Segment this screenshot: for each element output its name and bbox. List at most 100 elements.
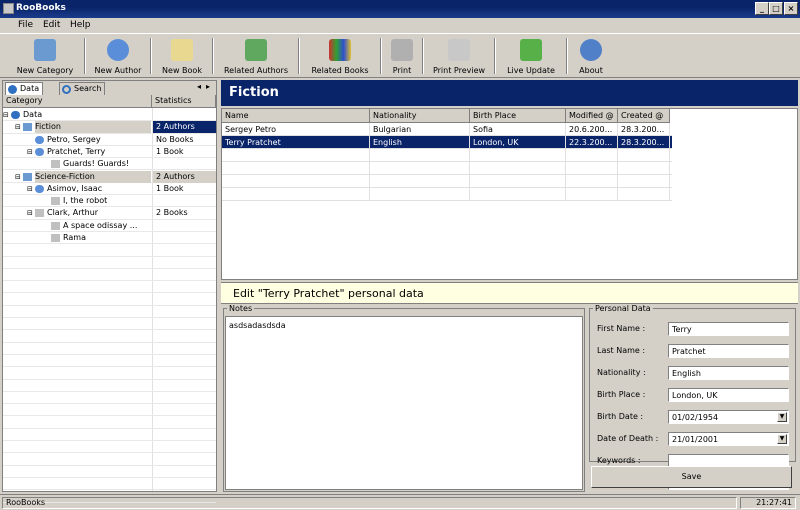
tree-label: Fiction <box>35 121 151 134</box>
table-row <box>222 162 672 175</box>
chevron-down-icon[interactable]: ▼ <box>777 412 787 422</box>
menu-edit[interactable]: Edit <box>43 20 60 30</box>
table-row[interactable]: Terry Pratchet English London, UK 22.3.200.… <box>222 136 672 149</box>
status-time: 21:27:41 <box>740 497 796 509</box>
books-icon <box>329 39 351 61</box>
tree-label: Clark, Arthur <box>47 208 99 218</box>
book-icon <box>35 209 44 218</box>
print-button[interactable]: Print <box>384 36 420 76</box>
authors-grid: Name Nationality Birth Place Modified @ … <box>221 108 798 280</box>
cell-name <box>222 188 370 201</box>
tree-row[interactable]: Rama <box>3 232 216 245</box>
book-icon <box>51 221 60 230</box>
new-category-button[interactable]: New Category <box>8 36 82 76</box>
tree-row[interactable]: Guards! Guards! <box>3 158 216 171</box>
tree-row[interactable]: ⊟ Pratchet, Terry 1 Book <box>3 146 216 159</box>
expand-toggle-icon[interactable]: ⊟ <box>27 146 33 158</box>
toolbar: New Category New Author New Book Related… <box>0 34 800 78</box>
cell-nationality: English <box>370 136 470 149</box>
table-row <box>222 149 672 162</box>
column-modified[interactable]: Modified @ <box>566 109 618 123</box>
column-category[interactable]: Category <box>3 95 152 108</box>
expand-toggle-icon[interactable]: ⊟ <box>27 183 33 195</box>
cell-birth-place <box>470 175 566 188</box>
related-authors-button[interactable]: Related Authors <box>216 36 296 76</box>
print-preview-button[interactable]: Print Preview <box>426 36 492 76</box>
cell-nationality <box>370 149 470 162</box>
tree-label: Guards! Guards! <box>63 159 130 169</box>
column-created[interactable]: Created @ <box>618 109 670 123</box>
tab-scroll-right-icon[interactable]: ▸ <box>206 82 210 91</box>
last-name-field[interactable]: Pratchet <box>668 344 789 358</box>
related-books-button[interactable]: Related Books <box>302 36 378 76</box>
person-icon <box>35 135 44 144</box>
cell-nationality <box>370 188 470 201</box>
tree-row[interactable]: ⊟ Data <box>3 109 216 122</box>
nationality-field[interactable]: English <box>668 366 789 380</box>
book-icon <box>51 197 60 206</box>
first-name-label: First Name : <box>597 324 646 333</box>
tree-row[interactable]: I, the robot <box>3 195 216 208</box>
column-nationality[interactable]: Nationality <box>370 109 470 123</box>
title-bar: RooBooks <box>0 0 800 18</box>
expand-toggle-icon[interactable]: ⊟ <box>15 121 21 133</box>
first-name-value: Terry <box>672 325 692 334</box>
live-update-button[interactable]: Live Update <box>498 36 564 76</box>
tree-row[interactable]: ⊟ Fiction 2 Authors <box>3 121 216 134</box>
save-button[interactable]: Save <box>591 466 792 488</box>
tab-data[interactable]: Data <box>5 82 44 95</box>
cell-created <box>618 188 670 201</box>
expand-toggle-icon[interactable]: ⊟ <box>27 207 33 219</box>
date-of-death-field[interactable]: 21/01/2001 ▼ <box>668 432 789 446</box>
tree-row[interactable]: ⊟ Clark, Arthur 2 Books <box>3 207 216 220</box>
new-book-button[interactable]: New Book <box>154 36 210 76</box>
cell-created <box>618 175 670 188</box>
tree-row[interactable]: ⊟ Asimov, Isaac 1 Book <box>3 183 216 196</box>
birth-place-field[interactable]: London, UK <box>668 388 789 402</box>
status-bar: RooBooks 21:27:41 <box>0 494 800 510</box>
empty-row <box>3 343 216 355</box>
window-title: RooBooks <box>16 3 66 13</box>
tree-label: Asimov, Isaac <box>47 183 103 193</box>
empty-row <box>3 380 216 392</box>
menu-bar: File Edit Help <box>0 18 800 34</box>
cell-modified <box>566 188 618 201</box>
person-icon <box>107 39 129 61</box>
cell-birth-place <box>470 188 566 201</box>
menu-file[interactable]: File <box>18 20 33 30</box>
column-statistics[interactable]: Statistics <box>152 95 216 108</box>
column-birth-place[interactable]: Birth Place <box>470 109 566 123</box>
table-row[interactable]: Sergey Petro Bulgarian Sofia 20.6.200... 28.… <box>222 123 672 136</box>
first-name-field[interactable]: Terry <box>668 322 789 336</box>
tab-search[interactable]: Search <box>59 82 106 95</box>
tree-row[interactable]: A space odissay ... <box>3 220 216 232</box>
column-name[interactable]: Name <box>222 109 370 123</box>
tree-row[interactable]: Petro, Sergey No Books <box>3 134 216 146</box>
close-button[interactable]: × <box>784 2 798 15</box>
tree-row[interactable]: ⊟ Science-Fiction 2 Authors <box>3 170 216 183</box>
new-author-button[interactable]: New Author <box>88 36 148 76</box>
tree-stat: 2 Books <box>156 208 188 218</box>
menu-help[interactable]: Help <box>70 20 91 30</box>
about-button[interactable]: About <box>570 36 612 76</box>
tab-scroll-left-icon[interactable]: ◂ <box>197 82 201 91</box>
empty-row <box>3 466 216 478</box>
expand-toggle-icon[interactable]: ⊟ <box>3 109 9 121</box>
birth-date-label: Birth Date : <box>597 412 644 421</box>
maximize-button[interactable]: □ <box>769 2 783 15</box>
tree-stat: 2 Authors <box>153 170 216 183</box>
chevron-down-icon[interactable]: ▼ <box>777 434 787 444</box>
notes-textarea[interactable]: asdsadasdsda <box>225 316 583 490</box>
table-row <box>222 188 672 201</box>
cell-nationality: Bulgarian <box>370 123 470 136</box>
empty-row <box>3 294 216 306</box>
birth-date-field[interactable]: 01/02/1954 ▼ <box>668 410 789 424</box>
info-icon <box>580 39 602 61</box>
tree-stat: No Books <box>156 134 194 144</box>
minimize-button[interactable]: _ <box>755 2 769 15</box>
empty-row <box>3 306 216 319</box>
cell-created: 28.3.200... <box>618 136 670 149</box>
cell-modified: 20.6.200... <box>566 123 618 136</box>
data-icon <box>8 85 17 94</box>
expand-toggle-icon[interactable]: ⊟ <box>15 171 21 183</box>
